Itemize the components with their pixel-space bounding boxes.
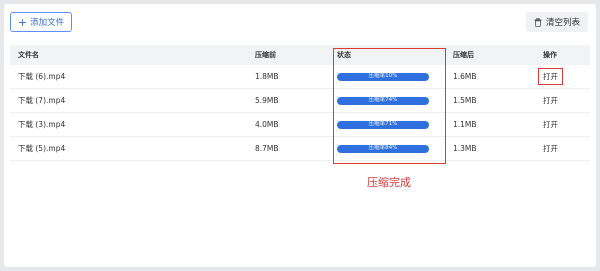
main-panel: + 添加文件 清空列表 文件名 压缩前 状态 压缩后 操作 下载 (6).mp4… <box>4 4 596 267</box>
table-row: 下载 (7).mp4 5.9MB 压缩率74% 1.5MB 打开 <box>10 89 590 113</box>
status-cell: 压缩率84% <box>329 144 445 153</box>
size-before: 1.8MB <box>255 72 279 81</box>
file-table: 文件名 压缩前 状态 压缩后 操作 下载 (6).mp4 1.8MB 压缩率10… <box>10 45 590 161</box>
file-name: 下载 (5).mp4 <box>18 144 66 153</box>
progress-bar: 压缩率71% <box>337 120 429 129</box>
size-after: 1.3MB <box>453 144 477 153</box>
operation-cell: 打开 <box>535 68 590 85</box>
table-header: 文件名 压缩前 状态 压缩后 操作 <box>10 45 590 65</box>
header-after: 压缩后 <box>453 51 474 59</box>
open-button[interactable]: 打开 <box>543 120 558 129</box>
file-name: 下载 (3).mp4 <box>18 120 66 129</box>
progress-label: 压缩率10% <box>368 72 398 79</box>
progress-label: 压缩率84% <box>368 144 398 151</box>
header-before: 压缩前 <box>255 51 276 59</box>
operation-cell: 打开 <box>535 95 590 106</box>
progress-bar: 压缩率10% <box>337 72 429 81</box>
header-status: 状态 <box>337 51 351 59</box>
status-cell: 压缩率71% <box>329 120 445 129</box>
size-after: 1.5MB <box>453 96 477 105</box>
open-button[interactable]: 打开 <box>543 96 558 105</box>
size-before: 4.0MB <box>255 120 279 129</box>
size-after: 1.1MB <box>453 120 477 129</box>
toolbar: + 添加文件 清空列表 <box>4 4 596 44</box>
plus-icon: + <box>17 15 28 29</box>
size-before: 5.9MB <box>255 96 279 105</box>
progress-bar: 压缩率74% <box>337 96 429 105</box>
operation-cell: 打开 <box>535 119 590 130</box>
add-file-label: 添加文件 <box>30 18 65 28</box>
progress-label: 压缩率71% <box>368 120 398 127</box>
open-button[interactable]: 打开 <box>538 68 563 85</box>
clear-list-button[interactable]: 清空列表 <box>526 12 588 32</box>
table-row: 下载 (3).mp4 4.0MB 压缩率71% 1.1MB 打开 <box>10 113 590 137</box>
size-after: 1.6MB <box>453 72 477 81</box>
annotation-label: 压缩完成 <box>367 176 411 189</box>
header-filename: 文件名 <box>18 51 39 59</box>
header-operation: 操作 <box>543 51 557 59</box>
status-cell: 压缩率10% <box>329 72 445 81</box>
table-row: 下载 (5).mp4 8.7MB 压缩率84% 1.3MB 打开 <box>10 137 590 161</box>
size-before: 8.7MB <box>255 144 279 153</box>
file-name: 下载 (6).mp4 <box>18 72 66 81</box>
operation-cell: 打开 <box>535 143 590 154</box>
progress-label: 压缩率74% <box>368 96 398 103</box>
progress-bar: 压缩率84% <box>337 144 429 153</box>
status-cell: 压缩率74% <box>329 96 445 105</box>
open-button[interactable]: 打开 <box>543 144 558 153</box>
file-name: 下载 (7).mp4 <box>18 96 66 105</box>
table-row: 下载 (6).mp4 1.8MB 压缩率10% 1.6MB 打开 <box>10 65 590 89</box>
add-file-button[interactable]: + 添加文件 <box>10 12 72 32</box>
trash-icon <box>534 17 542 27</box>
clear-list-label: 清空列表 <box>545 18 580 28</box>
